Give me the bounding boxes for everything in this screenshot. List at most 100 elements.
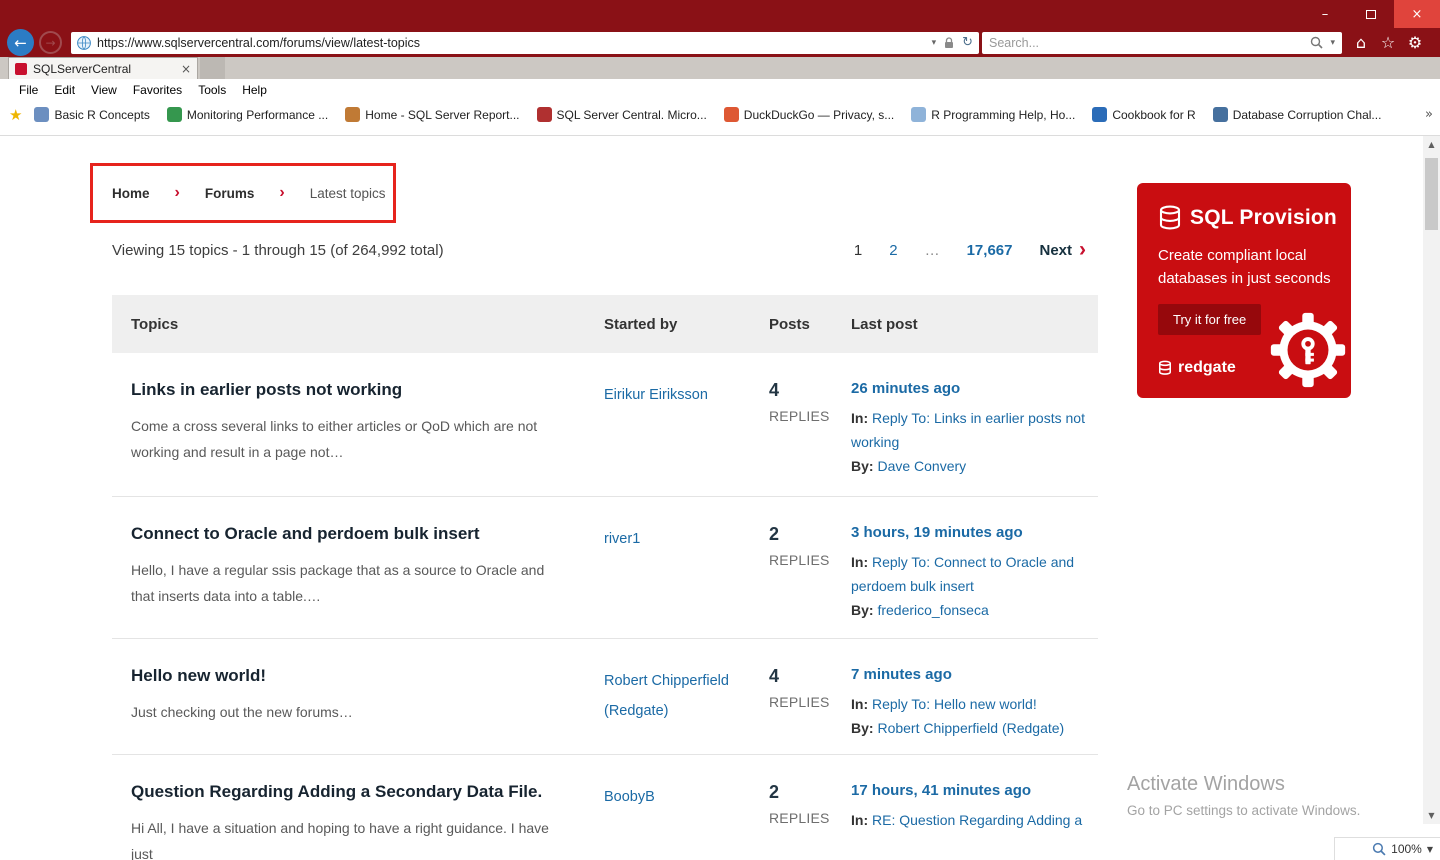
favorite-item[interactable]: R Programming Help, Ho...	[911, 107, 1075, 122]
favorite-item[interactable]: Cookbook for R	[1092, 107, 1196, 122]
database-icon	[1158, 205, 1182, 231]
favorite-item[interactable]: Database Corruption Chal...	[1212, 107, 1382, 122]
topic-title-link[interactable]: Connect to Oracle and perdoem bulk inser…	[131, 524, 559, 544]
favorites-bar: ★ Basic R Concepts Monitoring Performanc…	[0, 101, 1440, 128]
last-post-time-link[interactable]: 3 hours, 19 minutes ago	[851, 524, 1098, 541]
topic-title-link[interactable]: Hello new world!	[131, 666, 559, 686]
menu-favorites[interactable]: Favorites	[125, 83, 190, 97]
browser-action-icons: ⌂ ☆ ⚙	[1352, 33, 1424, 52]
last-post-topic-link[interactable]: Reply To: Connect to Oracle and perdoem …	[851, 554, 1074, 594]
favorite-item[interactable]: Basic R Concepts	[34, 107, 150, 122]
in-label: In:	[851, 696, 869, 712]
topic-title-link[interactable]: Question Regarding Adding a Secondary Da…	[131, 782, 559, 802]
header-started-by: Started by	[604, 315, 678, 333]
last-post-topic-link[interactable]: Reply To: Hello new world!	[872, 696, 1037, 712]
redgate-label: redgate	[1178, 359, 1236, 376]
favorite-item[interactable]: DuckDuckGo — Privacy, s...	[723, 107, 895, 122]
reply-count: 2	[769, 524, 780, 544]
search-bar[interactable]: ▾	[982, 31, 1342, 54]
favorite-favicon-icon	[1212, 107, 1228, 122]
search-caret-icon[interactable]: ▾	[1330, 38, 1335, 48]
tab-sqlservercentral[interactable]: SQLServerCentral ×	[8, 57, 198, 79]
header-topics: Topics	[131, 315, 179, 333]
search-icon[interactable]	[1310, 36, 1324, 49]
vertical-scrollbar[interactable]: ▲ ▼	[1423, 136, 1440, 824]
last-post-author-link[interactable]: Dave Convery	[877, 458, 966, 474]
menu-file[interactable]: File	[11, 83, 46, 97]
favorite-favicon-icon	[345, 107, 361, 122]
last-post-author-link[interactable]: Robert Chipperfield (Redgate)	[877, 720, 1064, 736]
by-label: By:	[851, 720, 874, 736]
last-post-time-link[interactable]: 17 hours, 41 minutes ago	[851, 782, 1098, 799]
home-icon[interactable]: ⌂	[1352, 33, 1370, 52]
pagination-page-2[interactable]: 2	[889, 242, 897, 259]
favorite-label: Database Corruption Chal...	[1232, 107, 1382, 122]
close-button[interactable]: ×	[1394, 0, 1440, 28]
breadcrumb-forums[interactable]: Forums	[205, 186, 255, 201]
tab-close-icon[interactable]: ×	[181, 62, 191, 76]
address-bar[interactable]: ▾ ↻	[71, 31, 979, 54]
topic-excerpt: Hello, I have a regular ssis package tha…	[131, 562, 545, 604]
last-post-time-link[interactable]: 26 minutes ago	[851, 380, 1098, 397]
in-label: In:	[851, 554, 869, 570]
menu-bar: File Edit View Favorites Tools Help	[0, 79, 1440, 101]
zoom-control[interactable]: 100% ▼	[1334, 837, 1440, 860]
favorite-item[interactable]: Home - SQL Server Report...	[345, 107, 520, 122]
pagination-next-button[interactable]: Next ›	[1039, 239, 1086, 260]
settings-gear-icon[interactable]: ⚙	[1406, 33, 1424, 52]
zoom-icon	[1372, 842, 1386, 856]
try-it-for-free-button[interactable]: Try it for free	[1158, 304, 1262, 335]
minimize-button[interactable]: –	[1302, 0, 1348, 28]
favorite-favicon-icon	[34, 107, 50, 122]
activate-windows-title: Activate Windows	[1127, 773, 1285, 795]
replies-label: REPLIES	[769, 408, 830, 424]
favorites-star-icon[interactable]: ☆	[1379, 33, 1397, 52]
redgate-database-icon	[1158, 360, 1172, 376]
favorites-overflow-icon[interactable]: »	[1425, 107, 1433, 122]
favorites-bar-star-icon[interactable]: ★	[9, 106, 22, 124]
started-by-link[interactable]: BoobyB	[604, 782, 769, 860]
new-tab-button[interactable]	[200, 57, 225, 79]
search-input[interactable]	[989, 35, 1304, 50]
pagination-page-last[interactable]: 17,667	[967, 242, 1013, 259]
back-button[interactable]: ←	[7, 29, 34, 56]
last-post-author-link[interactable]: frederico_fonseca	[877, 602, 988, 618]
last-post-topic-link[interactable]: RE: Question Regarding Adding a	[872, 812, 1082, 828]
scrollbar-thumb[interactable]	[1425, 158, 1438, 230]
refresh-icon[interactable]: ↻	[962, 35, 973, 50]
ad-brand-name: SQL Provision	[1190, 206, 1337, 229]
menu-view[interactable]: View	[83, 83, 125, 97]
topic-title-link[interactable]: Links in earlier posts not working	[131, 380, 559, 400]
sql-provision-ad[interactable]: SQL Provision Create compliant local dat…	[1137, 183, 1351, 398]
last-post-by-line: By: Dave Convery	[851, 454, 1098, 478]
topic-excerpt: Hi All, I have a situation and hoping to…	[131, 820, 549, 860]
forward-button[interactable]: →	[39, 31, 62, 54]
url-input[interactable]	[97, 35, 932, 50]
chevron-right-icon: ›	[174, 184, 180, 201]
annotation-highlight-box: Home › Forums › Latest topics	[90, 163, 396, 223]
table-row: Hello new world! Just checking out the n…	[112, 639, 1098, 755]
scroll-down-icon[interactable]: ▼	[1423, 807, 1440, 824]
menu-tools[interactable]: Tools	[190, 83, 234, 97]
menu-edit[interactable]: Edit	[46, 83, 83, 97]
menu-help[interactable]: Help	[234, 83, 275, 97]
last-post-topic-link[interactable]: Reply To: Links in earlier posts not wor…	[851, 410, 1085, 450]
started-by-link[interactable]: river1	[604, 524, 769, 638]
breadcrumb-home[interactable]: Home	[112, 186, 150, 201]
lock-icon	[944, 36, 954, 49]
table-row: Connect to Oracle and perdoem bulk inser…	[112, 497, 1098, 639]
favorite-favicon-icon	[1092, 107, 1108, 122]
favorite-item[interactable]: SQL Server Central. Micro...	[536, 107, 707, 122]
navigation-bar: ← → ▾ ↻ ▾ ⌂ ☆ ⚙	[0, 28, 1440, 57]
started-by-link[interactable]: Robert Chipperfield (Redgate)	[604, 666, 769, 754]
autocomplete-caret-icon[interactable]: ▾	[932, 38, 937, 48]
maximize-button[interactable]	[1348, 0, 1394, 28]
replies-label: REPLIES	[769, 694, 830, 710]
breadcrumb-current: Latest topics	[309, 185, 386, 201]
title-bar: – ×	[0, 0, 1440, 28]
scroll-up-icon[interactable]: ▲	[1423, 136, 1440, 153]
favorite-item[interactable]: Monitoring Performance ...	[166, 107, 328, 122]
last-post-time-link[interactable]: 7 minutes ago	[851, 666, 1098, 683]
started-by-link[interactable]: Eirikur Eiriksson	[604, 380, 769, 496]
favorite-label: DuckDuckGo — Privacy, s...	[743, 107, 895, 122]
